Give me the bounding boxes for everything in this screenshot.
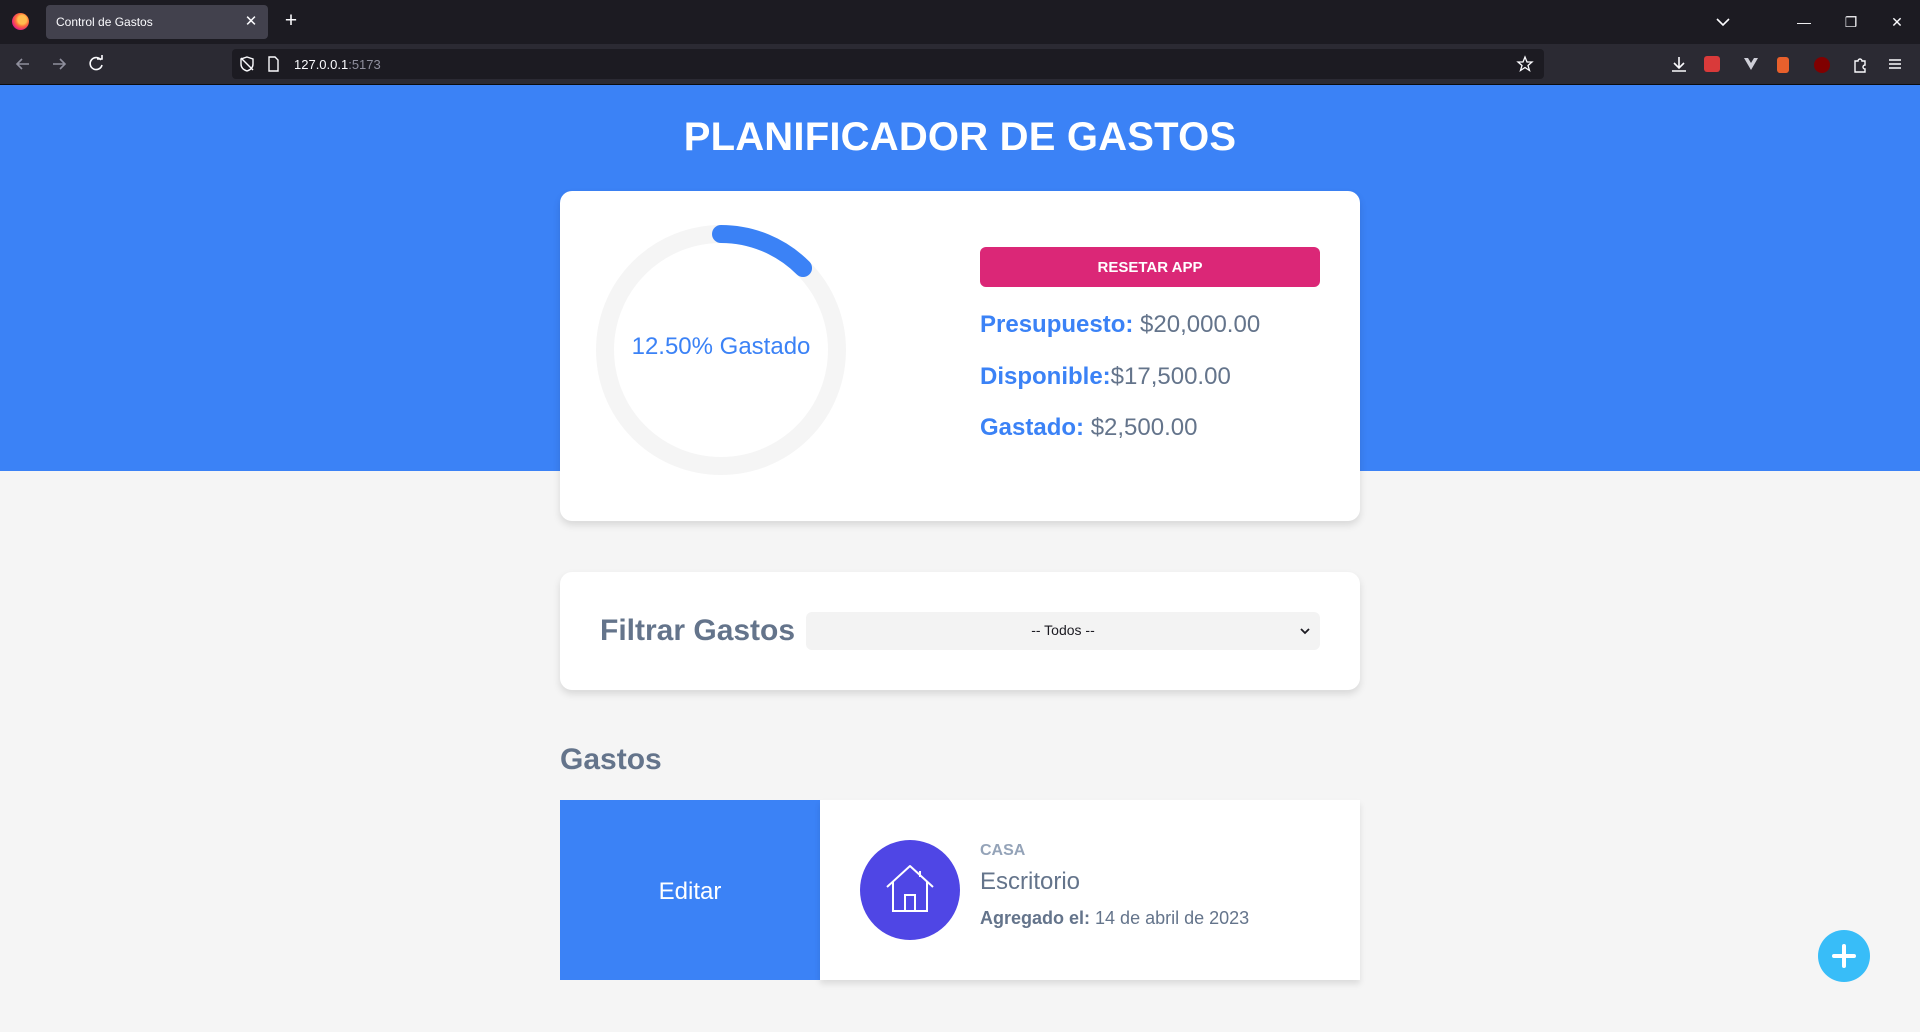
expense-date-label: Agregado el: [980, 908, 1091, 928]
expense-date: Agregado el: 14 de abril de 2023 [980, 908, 1249, 929]
restore-icon[interactable]: ❐ [1840, 11, 1862, 33]
budget-spent: Gastado: $2,500.00 [980, 414, 1197, 442]
close-icon[interactable]: ✕ [242, 13, 260, 31]
chevron-down-icon [1300, 628, 1310, 635]
extension-red-icon[interactable] [1704, 56, 1720, 72]
budget-total-value: $20,000.00 [1140, 311, 1261, 338]
reload-icon[interactable] [85, 53, 107, 75]
budget-total: Presupuesto: $20,000.00 [980, 311, 1260, 339]
extensions-icon[interactable] [1849, 53, 1871, 75]
browser-tab[interactable]: Control de Gastos ✕ [46, 5, 268, 39]
budget-spent-label: Gastado: [980, 414, 1085, 441]
budget-card: 12.50% Gastado RESETAR APP Presupuesto: … [560, 191, 1360, 521]
url-text[interactable]: 127.0.0.1:5173 [294, 57, 381, 72]
browser-nav-bar: 127.0.0.1:5173 [0, 44, 1920, 85]
edit-expense-action[interactable]: Editar [560, 800, 820, 980]
url-bar[interactable]: 127.0.0.1:5173 [232, 49, 1544, 79]
page-icon [268, 56, 279, 72]
house-icon [860, 840, 960, 940]
new-tab-button[interactable]: + [280, 10, 302, 32]
budget-spent-value: $2,500.00 [1090, 414, 1198, 441]
close-window-icon[interactable]: ✕ [1886, 11, 1908, 33]
menu-icon[interactable] [1884, 53, 1906, 75]
forward-icon[interactable] [48, 53, 70, 75]
add-expense-button[interactable] [1818, 930, 1870, 982]
expenses-title: Gastos [560, 743, 662, 776]
chevron-down-icon[interactable] [1712, 11, 1734, 33]
filter-card: Filtrar Gastos -- Todos -- [560, 572, 1360, 690]
tab-title: Control de Gastos [56, 15, 153, 29]
expense-item[interactable]: CASA Escritorio Agregado el: 14 de abril… [820, 800, 1360, 980]
shield-icon[interactable] [238, 55, 256, 73]
expense-date-value: 14 de abril de 2023 [1095, 908, 1250, 928]
back-icon[interactable] [12, 53, 34, 75]
edit-label: Editar [658, 878, 722, 905]
filter-selected-value: -- Todos -- [1031, 622, 1095, 638]
extension-orange-icon[interactable] [1777, 57, 1789, 73]
budget-available-label: Disponible: [980, 363, 1111, 390]
add-icon [1832, 944, 1856, 968]
download-icon[interactable] [1668, 53, 1690, 75]
expense-name: Escritorio [980, 868, 1081, 895]
category-filter-select[interactable]: -- Todos -- [806, 612, 1320, 650]
filter-label: Filtrar Gastos [600, 614, 796, 647]
budget-available: Disponible:$17,500.00 [980, 363, 1231, 391]
reset-app-button[interactable]: RESETAR APP [980, 247, 1320, 287]
app-title: PLANIFICADOR DE GASTOS [683, 115, 1237, 159]
expense-category: CASA [980, 842, 1026, 859]
progress-label: 12.50% Gastado [631, 333, 811, 360]
minimize-icon[interactable]: — [1793, 11, 1815, 33]
budget-available-value: $17,500.00 [1110, 363, 1231, 390]
vue-devtools-icon[interactable] [1740, 53, 1762, 75]
ublock-icon[interactable] [1814, 57, 1830, 73]
app-page: PLANIFICADOR DE GASTOS 12.50% Gastado RE… [0, 85, 1920, 1032]
firefox-icon [12, 13, 29, 30]
budget-total-label: Presupuesto: [980, 311, 1134, 338]
browser-tab-bar: Control de Gastos ✕ + — ❐ ✕ [0, 0, 1920, 44]
star-icon[interactable] [1516, 55, 1534, 73]
